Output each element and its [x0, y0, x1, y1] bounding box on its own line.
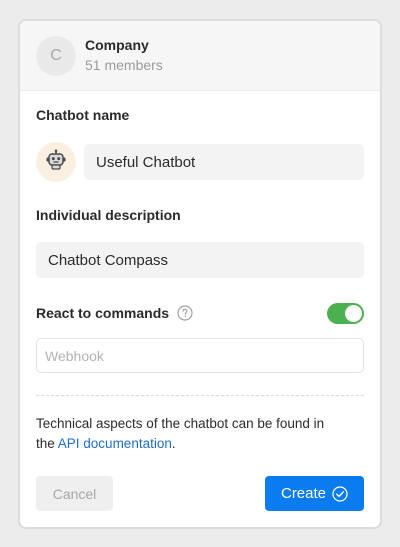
- member-count: 51 members: [85, 57, 163, 73]
- react-commands-toggle[interactable]: [327, 302, 364, 324]
- webhook-input[interactable]: [36, 338, 364, 373]
- create-chatbot-card: C Company 51 members Chatbot name Useful…: [18, 19, 382, 529]
- company-avatar: C: [36, 35, 76, 76]
- react-commands-row: React to commands: [36, 302, 364, 324]
- company-header: C Company 51 members: [20, 21, 380, 91]
- chatbot-name-row: Useful Chatbot: [36, 142, 364, 182]
- cancel-button[interactable]: Cancel: [36, 476, 113, 511]
- info-text-after: .: [171, 436, 176, 451]
- description-label: Individual description: [36, 207, 181, 223]
- create-button[interactable]: Create: [265, 476, 364, 511]
- help-icon[interactable]: [177, 305, 193, 321]
- robot-icon: [45, 149, 67, 176]
- check-circle-icon: [332, 485, 348, 502]
- react-commands-label: React to commands: [36, 305, 170, 321]
- bot-avatar[interactable]: [36, 142, 76, 182]
- info-text: Technical aspects of the chatbot can be …: [36, 414, 336, 454]
- section-divider: [36, 395, 364, 396]
- company-info: Company 51 members: [85, 36, 163, 75]
- chatbot-name-label: Chatbot name: [36, 107, 130, 123]
- toggle-knob: [345, 304, 362, 322]
- create-button-label: Create: [280, 485, 327, 502]
- description-field[interactable]: Chatbot Compass: [36, 242, 364, 278]
- chatbot-name-field[interactable]: Useful Chatbot: [84, 144, 364, 180]
- company-name: Company: [85, 37, 149, 53]
- api-documentation-link[interactable]: API documentation: [58, 436, 172, 451]
